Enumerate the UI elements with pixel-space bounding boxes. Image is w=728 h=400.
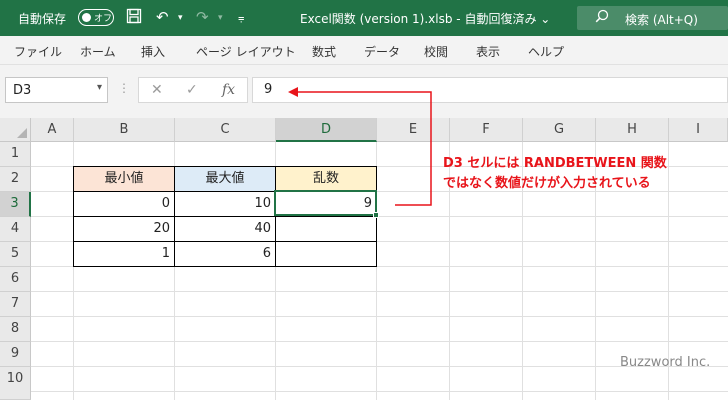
annotation-line-2: ではなく数値だけが入力されている — [443, 176, 651, 191]
row-header-7[interactable]: 7 — [0, 292, 31, 317]
autosave-state: オフ — [94, 14, 113, 24]
row-header-5[interactable]: 5 — [0, 242, 31, 267]
search-icon — [595, 9, 609, 27]
row-header-10[interactable]: 10 — [0, 367, 31, 400]
tab-formulas[interactable]: 数式 — [312, 43, 336, 60]
column-header-d[interactable]: D — [276, 118, 377, 142]
column-header-c[interactable]: C — [175, 118, 276, 142]
title-bar: 自動保存 オフ ↶ ▾ ↷ ▾ ⩦ Excel関数 (version 1).xl… — [0, 0, 728, 36]
search-box[interactable]: 検索 (Alt+Q) — [577, 6, 728, 30]
gridline — [31, 291, 728, 292]
column-header-f[interactable]: F — [450, 118, 523, 142]
insert-function-icon[interactable]: fx — [222, 82, 235, 98]
row-header-4[interactable]: 4 — [0, 217, 31, 242]
annotation-line-1: D3 セルには RANDBETWEEN 関数 — [443, 156, 667, 171]
autosave-label: 自動保存 — [18, 12, 67, 26]
name-box-dropdown-icon[interactable]: ▾ — [97, 82, 102, 93]
save-icon[interactable] — [126, 8, 142, 28]
select-all-triangle — [17, 128, 27, 138]
document-title: Excel関数 (version 1).xlsb - 自動回復済み ⌄ — [300, 12, 551, 26]
cell-b3[interactable]: 0 — [73, 191, 175, 217]
row-header-6[interactable]: 6 — [0, 267, 31, 292]
undo-dropdown-icon[interactable]: ▾ — [178, 13, 183, 23]
tab-help[interactable]: ヘルプ — [528, 43, 564, 60]
search-placeholder: 検索 (Alt+Q) — [625, 13, 698, 27]
column-header-i[interactable]: I — [669, 118, 728, 142]
ribbon-tabs: ファイル ホーム 挿入 ページ レイアウト 数式 データ 校閲 表示 ヘルプ — [0, 36, 728, 65]
row-header-9[interactable]: 9 — [0, 342, 31, 367]
cell-d5[interactable] — [275, 241, 377, 267]
enter-icon[interactable]: ✓ — [186, 82, 198, 98]
worksheet-grid[interactable]: A B C D E F G H I 1 2 3 4 5 6 7 8 9 10 最… — [0, 118, 728, 400]
redo-icon[interactable]: ↷ — [196, 8, 209, 26]
formula-bar-separator-icon: ⋮ — [118, 81, 130, 95]
row-header-3[interactable]: 3 — [0, 192, 31, 217]
tab-home[interactable]: ホーム — [80, 43, 116, 60]
tab-view[interactable]: 表示 — [476, 43, 500, 60]
name-box[interactable]: D3 ▾ — [5, 77, 108, 103]
tab-review[interactable]: 校閲 — [424, 43, 448, 60]
active-cell-outline — [274, 190, 377, 216]
gridline — [31, 316, 728, 317]
cell-c2-max-header[interactable]: 最大値 — [174, 166, 276, 192]
tab-page-layout[interactable]: ページ レイアウト — [196, 43, 296, 60]
cell-c4[interactable]: 40 — [174, 216, 276, 242]
watermark: Buzzword Inc. — [620, 355, 711, 370]
cell-b2-min-header[interactable]: 最小値 — [73, 166, 175, 192]
row-header-8[interactable]: 8 — [0, 317, 31, 342]
formula-bar: D3 ▾ ⋮ ✕ ✓ fx 9 — [0, 65, 728, 118]
redo-dropdown-icon[interactable]: ▾ — [218, 13, 223, 23]
cell-c3[interactable]: 10 — [174, 191, 276, 217]
customize-quick-access-icon[interactable]: ⩦ — [238, 11, 244, 25]
cell-c5[interactable]: 6 — [174, 241, 276, 267]
cell-d2-random-header[interactable]: 乱数 — [275, 166, 377, 192]
toggle-knob — [82, 13, 91, 22]
undo-icon[interactable]: ↶ — [156, 8, 169, 26]
autosave-toggle[interactable]: オフ — [78, 9, 114, 26]
column-header-a[interactable]: A — [31, 118, 74, 142]
column-header-g[interactable]: G — [523, 118, 596, 142]
row-header-2[interactable]: 2 — [0, 167, 31, 192]
fill-handle[interactable] — [373, 212, 379, 218]
formula-buttons: ✕ ✓ fx — [138, 77, 248, 103]
formula-value: 9 — [264, 82, 273, 97]
column-header-h[interactable]: H — [596, 118, 669, 142]
cell-b5[interactable]: 1 — [73, 241, 175, 267]
cancel-icon[interactable]: ✕ — [151, 82, 163, 98]
gridline — [31, 341, 728, 342]
cell-b4[interactable]: 20 — [73, 216, 175, 242]
name-box-value: D3 — [13, 83, 32, 98]
select-all-button[interactable] — [0, 118, 31, 142]
column-header-b[interactable]: B — [74, 118, 175, 142]
cell-d4[interactable] — [275, 216, 377, 242]
row-header-1[interactable]: 1 — [0, 142, 31, 167]
formula-input[interactable]: 9 — [252, 77, 728, 103]
column-header-e[interactable]: E — [377, 118, 450, 142]
tab-data[interactable]: データ — [364, 43, 400, 60]
tab-insert[interactable]: 挿入 — [141, 43, 165, 60]
tab-file[interactable]: ファイル — [14, 43, 62, 60]
gridline — [31, 391, 728, 392]
